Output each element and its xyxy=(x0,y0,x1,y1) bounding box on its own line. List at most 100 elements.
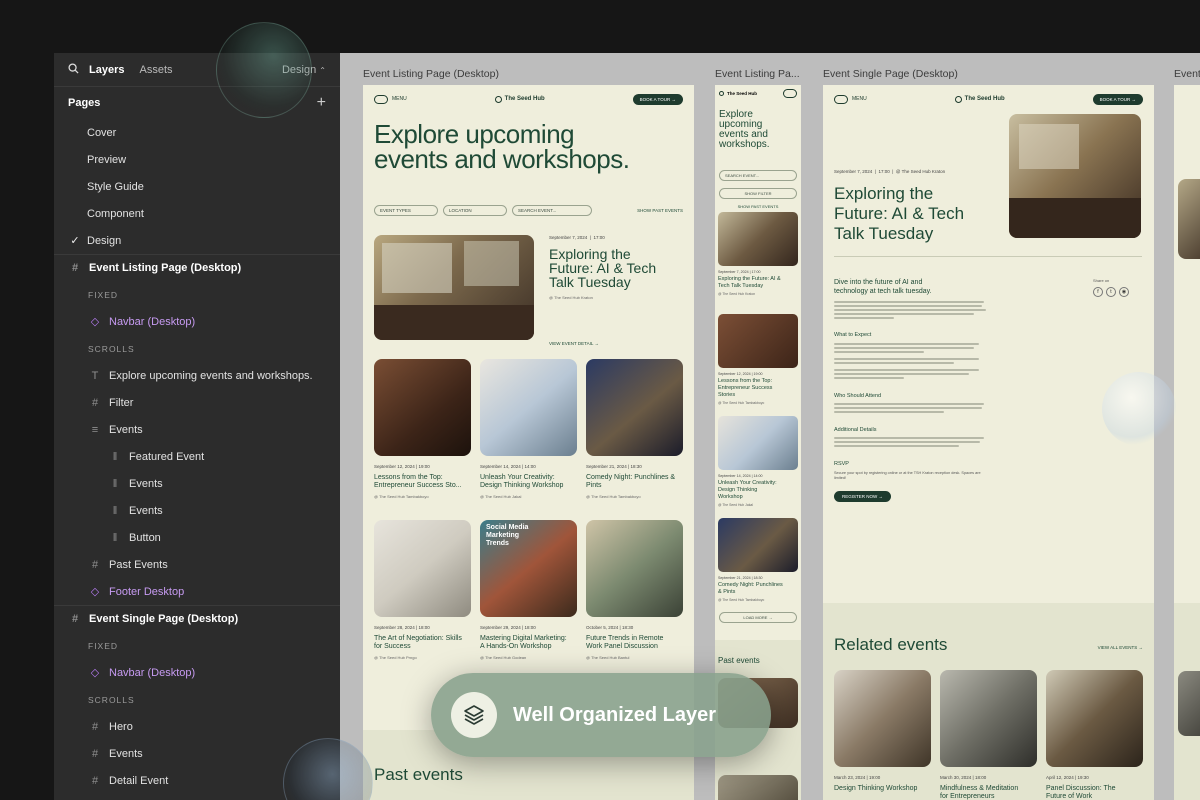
partial-hero-image[interactable] xyxy=(1178,179,1200,259)
single-hero-image[interactable] xyxy=(1009,114,1141,238)
mobile-event-image[interactable] xyxy=(718,518,798,572)
layer-item-list[interactable]: ≡ Events xyxy=(54,416,340,443)
layer-item-frame-child[interactable]: # Filter xyxy=(54,389,340,416)
mobile-show-past-link[interactable]: SHOW PAST EVENTS xyxy=(719,204,797,209)
mobile-event-card[interactable]: September 21, 2024 | 18:30 Comedy Night: … xyxy=(718,518,798,602)
search-icon[interactable] xyxy=(68,62,79,77)
related-event-image[interactable] xyxy=(940,670,1037,767)
event-card-location: @ The Seed Hub Jakal xyxy=(480,494,522,499)
page-item[interactable]: ✓ Design xyxy=(54,227,340,254)
mobile-event-card[interactable]: September 12, 2024 | 19:00 Lessons from t… xyxy=(718,314,798,405)
page-item[interactable]: Component xyxy=(54,200,340,227)
event-card[interactable]: September 28, 2024 | 18:00 The Art of Neg… xyxy=(374,520,471,660)
frame-label-mobile[interactable]: Event Listing Pa... xyxy=(715,68,800,80)
layer-item-col[interactable]: ‖ Featured Event xyxy=(54,443,340,470)
page-item[interactable]: Style Guide xyxy=(54,173,340,200)
mobile-menu-icon[interactable] xyxy=(783,89,797,98)
single-menu-button[interactable]: MENU xyxy=(834,94,867,104)
partial-related-image[interactable] xyxy=(1178,671,1200,736)
layers-panel: Layers Assets Design ⌃ Pages + Cover Prev… xyxy=(54,53,340,800)
featured-event-image[interactable] xyxy=(374,235,534,340)
related-event-card[interactable]: April 12, 2024 | 19:30 Panel Discussion: … xyxy=(1046,670,1143,800)
related-event-image[interactable] xyxy=(1046,670,1143,767)
design-dropdown[interactable]: Design ⌃ xyxy=(282,64,326,76)
mobile-event-meta: September 21, 2024 | 18:30 xyxy=(718,576,763,580)
event-card-date: October 5, 2024 xyxy=(586,625,619,630)
view-event-detail-link[interactable]: VIEW EVENT DETAIL → xyxy=(549,341,684,346)
tab-layers[interactable]: Layers xyxy=(89,64,124,76)
event-types-select[interactable]: EVENT TYPES xyxy=(374,205,438,216)
event-card[interactable]: September 12, 2024 | 19:00 Lessons from t… xyxy=(374,359,471,499)
mobile-event-card[interactable]: September 14, 2024 | 14:00 Unleash Your C… xyxy=(718,416,798,507)
layer-item-component[interactable]: ◇ Navbar (Desktop) xyxy=(54,308,340,335)
event-card-image[interactable] xyxy=(480,359,577,456)
event-card[interactable]: September 14, 2024 | 14:00 Unleash Your C… xyxy=(480,359,577,499)
layer-item-col[interactable]: ‖ Events xyxy=(54,470,340,497)
register-now-button[interactable]: REGISTER NOW → xyxy=(834,491,892,502)
single-time: 17:00 xyxy=(878,169,890,174)
related-event-card[interactable]: March 30, 2024 | 18:00 Mindfulness & Medi… xyxy=(940,670,1037,800)
twitter-icon[interactable]: t xyxy=(1106,287,1116,297)
event-card[interactable]: October 5, 2024 | 18:30 Future Trends in … xyxy=(586,520,683,660)
frame-event-single[interactable]: MENU The Seed Hub BOOK A TOUR → Septembe… xyxy=(823,85,1154,800)
search-event-input[interactable]: SEARCH EVENT... xyxy=(512,205,592,216)
layer-item-frame-child[interactable]: # Events xyxy=(54,740,340,767)
featured-title[interactable]: Exploring the Future: AI & Tech Talk Tue… xyxy=(549,247,684,289)
title-line: Panel Discussion: The xyxy=(1046,785,1116,792)
frame-label-partial[interactable]: Event xyxy=(1174,68,1200,80)
event-card-image[interactable] xyxy=(374,359,471,456)
title-line: Design Thinking Workshop xyxy=(834,785,918,792)
layer-item-frame-child[interactable]: # Detail Event xyxy=(54,767,340,794)
mobile-event-image[interactable] xyxy=(718,416,798,470)
tab-assets[interactable]: Assets xyxy=(139,64,172,76)
layer-item-col[interactable]: ‖ Events xyxy=(54,497,340,524)
view-all-events-link[interactable]: VIEW ALL EVENTS → xyxy=(1098,645,1143,650)
mobile-event-image[interactable] xyxy=(718,314,798,368)
layer-item-col[interactable]: ‖ Button xyxy=(54,524,340,551)
caption-line: Social Media xyxy=(486,524,529,531)
book-tour-button[interactable]: BOOK A TOUR → xyxy=(632,93,683,105)
page-item[interactable]: Cover xyxy=(54,119,340,146)
mobile-event-image[interactable] xyxy=(718,212,798,266)
add-page-icon[interactable]: + xyxy=(317,94,326,112)
mobile-event-title: Lessons from the Top: Entrepreneur Succes… xyxy=(718,378,798,399)
layer-item-label: Footer Desktop xyxy=(109,585,185,598)
mobile-show-filter-button[interactable]: SHOW FILTER xyxy=(719,188,797,199)
mobile-hero-title: Explore upcoming events and workshops. xyxy=(715,98,801,150)
single-book-tour-button[interactable]: BOOK A TOUR → xyxy=(1092,93,1143,105)
event-card[interactable]: September 21, 2024 | 18:30 Comedy Night: … xyxy=(586,359,683,499)
menu-button[interactable]: MENU xyxy=(374,94,407,104)
layer-item-component[interactable]: ◇ Navbar (Desktop) xyxy=(54,659,340,686)
layer-item-component[interactable]: ◇Footer Desktop xyxy=(54,794,340,800)
logo-icon xyxy=(719,91,724,96)
frame-partial[interactable] xyxy=(1174,85,1200,800)
event-card-location: @ The Seed Hub Bantul xyxy=(586,655,630,660)
load-more-button[interactable]: LOAD MORE → xyxy=(719,612,797,623)
frame-icon: # xyxy=(91,774,99,787)
event-card[interactable]: Social Media Marketing Trends September 29,… xyxy=(480,520,577,660)
mobile-event-card[interactable]: September 7, 2024 | 17:00 Exploring the F… xyxy=(718,212,798,296)
layer-item-frame[interactable]: # Event Single Page (Desktop) xyxy=(54,605,340,632)
page-item[interactable]: Preview xyxy=(54,146,340,173)
frame-label-listing[interactable]: Event Listing Page (Desktop) xyxy=(363,68,499,80)
related-event-card[interactable]: March 23, 2024 | 19:00 Design Thinking Wo… xyxy=(834,670,931,793)
layer-item-component[interactable]: ◇Footer Desktop xyxy=(54,578,340,605)
event-card-image[interactable] xyxy=(374,520,471,617)
facebook-icon[interactable]: f xyxy=(1093,287,1103,297)
location-select[interactable]: LOCATION xyxy=(443,205,507,216)
layer-item-frame-child[interactable]: # Past Events xyxy=(54,551,340,578)
brand-logo: The Seed Hub xyxy=(494,95,545,103)
mobile-search-input[interactable]: SEARCH EVENT... xyxy=(719,170,797,181)
event-card-image[interactable] xyxy=(586,359,683,456)
title-line: A Hands-On Workshop xyxy=(480,643,552,650)
event-card-image[interactable] xyxy=(586,520,683,617)
show-past-link[interactable]: SHOW PAST EVENTS xyxy=(637,208,683,213)
layer-item-frame-child[interactable]: # Hero xyxy=(54,713,340,740)
related-event-image[interactable] xyxy=(834,670,931,767)
mobile-past-image[interactable] xyxy=(718,775,798,800)
frame-label-single[interactable]: Event Single Page (Desktop) xyxy=(823,68,958,80)
layer-item-text[interactable]: T Explore upcoming events and workshops. xyxy=(54,362,340,389)
instagram-icon[interactable]: ◉ xyxy=(1119,287,1129,297)
event-card-image[interactable]: Social Media Marketing Trends xyxy=(480,520,577,617)
layer-item-frame[interactable]: # Event Listing Page (Desktop) xyxy=(54,254,340,281)
